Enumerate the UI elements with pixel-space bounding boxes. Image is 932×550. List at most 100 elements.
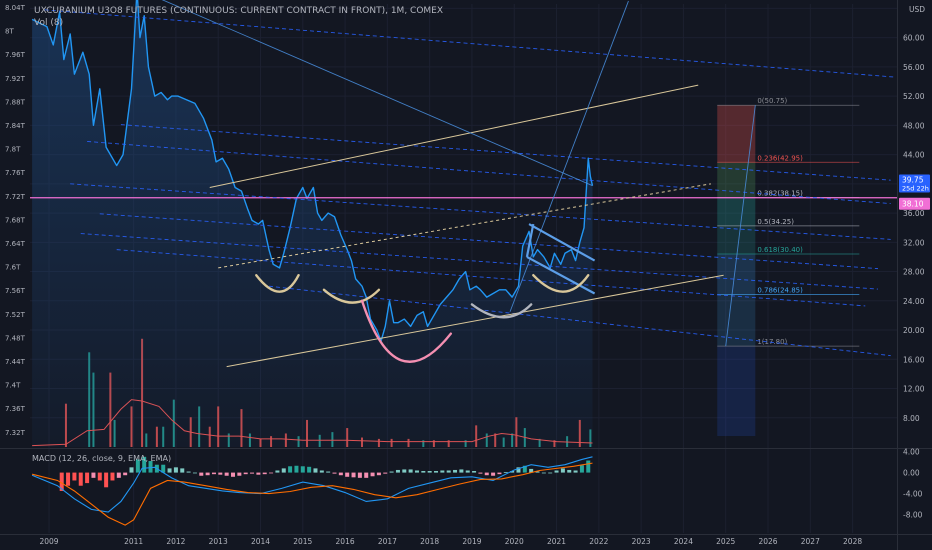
macd-histogram-bar — [554, 470, 559, 473]
macd-histogram-bar — [319, 470, 324, 473]
price-axis-tick: 56.00 — [903, 63, 925, 72]
macd-histogram-bar — [364, 472, 369, 478]
time-axis-tick: 2025 — [716, 537, 735, 546]
macd-histogram-bar — [66, 472, 71, 486]
time-axis-tick: 2019 — [462, 537, 481, 546]
macd-histogram-bar — [376, 472, 381, 476]
macd-axis-tick: -8.00 — [903, 511, 923, 520]
fib-level-label: 0.786(24.85) — [757, 287, 803, 295]
macd-histogram-bar — [478, 472, 483, 474]
currency-label: USD — [909, 5, 925, 14]
fib-zone — [717, 162, 756, 198]
macd-indicator-label[interactable]: MACD (12, 26, close, 9, EMA, EMA) — [32, 454, 171, 463]
macd-histogram-bar — [497, 472, 502, 475]
price-axis-tick: 32.00 — [903, 238, 925, 247]
macd-histogram-bar — [116, 472, 121, 478]
macd-histogram-bar — [332, 472, 337, 474]
time-axis-tick: 2016 — [336, 537, 355, 546]
fib-level-label: 0.236(42.95) — [757, 154, 803, 162]
volume-axis-tick: 7.88T — [5, 98, 26, 106]
macd-histogram-bar — [560, 468, 565, 473]
macd-histogram-bar — [465, 470, 470, 473]
volume-axis-tick: 7.32T — [5, 429, 26, 437]
bar-countdown: 25d 22h — [902, 185, 929, 193]
macd-histogram-bar — [72, 472, 77, 481]
macd-histogram-bar — [345, 472, 350, 477]
time-axis-tick: 2022 — [589, 537, 608, 546]
time-axis-tick: 2021 — [547, 537, 566, 546]
volume-axis-tick: 7.56T — [5, 287, 26, 295]
macd-histogram-bar — [491, 472, 496, 476]
macd-histogram-bar — [243, 472, 248, 475]
time-axis-tick: 2020 — [505, 537, 524, 546]
macd-histogram-bar — [338, 472, 343, 476]
macd-axis-tick: 4.00 — [903, 448, 920, 457]
macd-axis-tick: 0.00 — [903, 469, 920, 478]
price-axis-tick: 8.00 — [903, 414, 920, 423]
macd-histogram-bar — [586, 460, 591, 473]
macd-histogram-bar — [383, 472, 388, 474]
symbol-title[interactable]: UXCURANIUM U3O8 FUTURES (CONTINUOUS: CUR… — [34, 5, 443, 17]
macd-histogram-bar — [357, 472, 362, 478]
fib-level-label: 0.5(34.25) — [757, 218, 794, 226]
volume-axis-tick: 8T — [5, 28, 14, 36]
macd-histogram-bar — [186, 471, 191, 473]
macd-histogram-bar — [110, 472, 115, 481]
time-axis-tick: 2013 — [209, 537, 228, 546]
volume-axis-tick: 7.48T — [5, 334, 26, 342]
chart-root: 0(50.75) 0.236(42.95) 0.382(38.15) 0.5(34.2… — [0, 0, 932, 550]
volume-axis-tick: 7.72T — [5, 193, 26, 201]
macd-histogram-bar — [91, 472, 96, 478]
macd-histogram-bar — [307, 466, 312, 473]
time-axis-tick: 2023 — [632, 537, 651, 546]
macd-histogram-bar — [288, 466, 293, 473]
macd-histogram-bar — [123, 472, 128, 476]
macd-histogram-bar — [421, 471, 426, 473]
volume-axis-tick: 7.52T — [5, 311, 26, 319]
macd-histogram-bar — [503, 472, 508, 473]
macd-histogram-bar — [351, 472, 356, 478]
macd-histogram-bar — [250, 472, 255, 474]
volume-axis-tick: 7.6T — [5, 264, 21, 272]
time-axis-tick: 2024 — [674, 537, 693, 546]
volume-axis-tick: 8.04T — [5, 4, 26, 12]
macd-histogram-bar — [402, 469, 407, 473]
time-axis-tick: 2011 — [124, 537, 143, 546]
price-axis-tick: 60.00 — [903, 34, 925, 43]
macd-histogram-bar — [573, 470, 578, 473]
macd-histogram-bar — [427, 471, 432, 473]
macd-histogram-bar — [326, 471, 331, 473]
macd-histogram-bar — [300, 466, 305, 473]
price-axis-tick: 44.00 — [903, 151, 925, 160]
macd-histogram-bar — [104, 472, 109, 488]
macd-histogram-bar — [459, 469, 464, 473]
time-axis-tick: 2018 — [420, 537, 439, 546]
macd-histogram-bar — [180, 468, 185, 473]
volume-indicator-label[interactable]: Vol (8) — [34, 17, 443, 29]
macd-histogram-bar — [231, 472, 236, 477]
price-axis-tick: 36.00 — [903, 209, 925, 218]
macd-histogram-bar — [78, 472, 83, 486]
macd-histogram-bar — [237, 472, 242, 476]
macd-histogram-bar — [167, 468, 172, 473]
price-axis-tick: 12.00 — [903, 385, 925, 394]
macd-histogram-bar — [541, 472, 546, 474]
fib-level-label: 0.618(30.40) — [757, 246, 803, 254]
time-axis-tick: 2017 — [378, 537, 397, 546]
fib-extension-zone — [717, 346, 756, 437]
volume-axis-tick: 7.96T — [5, 51, 26, 59]
macd-histogram-bar — [579, 465, 584, 473]
macd-histogram-bar — [313, 468, 318, 473]
macd-histogram-bar — [294, 465, 299, 473]
macd-histogram-bar — [211, 472, 216, 475]
macd-histogram-bar — [129, 467, 134, 473]
fib-zone — [717, 197, 756, 226]
chart-canvas[interactable]: 0(50.75)0.236(42.95)0.382(38.15)0.5(34.2… — [0, 0, 932, 550]
volume-axis-tick: 7.4T — [5, 382, 21, 390]
macd-histogram-bar — [414, 470, 419, 473]
hline-price-value: 38.10 — [902, 200, 924, 209]
macd-histogram-bar — [548, 472, 553, 474]
macd-histogram-bar — [218, 472, 223, 475]
macd-histogram-bar — [262, 472, 267, 475]
time-axis-tick: 2026 — [758, 537, 777, 546]
